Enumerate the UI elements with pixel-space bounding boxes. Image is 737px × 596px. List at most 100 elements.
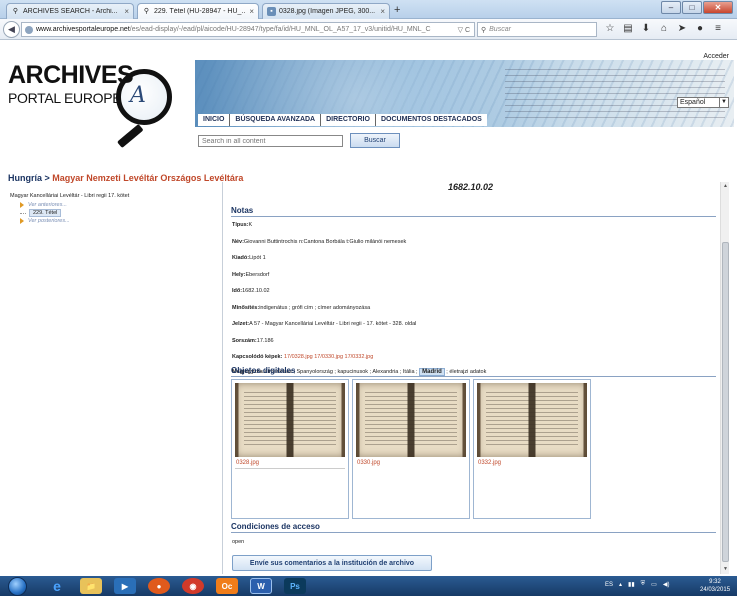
tab-record[interactable]: ⚲ 229. Tétel (HU-28947 - HU_... ×: [137, 3, 259, 19]
send-comments-button[interactable]: Envíe sus comentarios a la institución d…: [232, 555, 432, 571]
field-label: Kapcsolódó képek:: [232, 354, 283, 360]
send-icon[interactable]: ➤: [676, 22, 688, 36]
search-favicon-icon: ⚲: [143, 8, 150, 15]
tree-prev-link[interactable]: Ver anteriores...: [28, 202, 67, 208]
chrome-icon[interactable]: ◉: [182, 578, 204, 594]
field-label: Típus:: [232, 222, 249, 228]
field-value: K: [248, 222, 253, 228]
bookmarks-list-icon[interactable]: ▤: [622, 22, 634, 36]
minimize-icon[interactable]: –: [661, 1, 681, 14]
browser-search-placeholder: Buscar: [489, 26, 511, 33]
globe-icon: [25, 25, 33, 34]
menu-busqueda-avanzada[interactable]: BÚSQUEDA AVANZADA: [230, 114, 322, 126]
close-icon[interactable]: ×: [380, 7, 385, 16]
close-icon[interactable]: ×: [249, 7, 254, 16]
field-value: 1682.10.02: [242, 288, 270, 294]
site-header: A ARCHIVES PORTAL EUROPE Acceder Español…: [0, 41, 737, 165]
tab-archives-search[interactable]: ⚲ ARCHIVES SEARCH - Archi... ×: [6, 3, 134, 19]
media-player-icon[interactable]: ▶: [114, 578, 136, 594]
search-favicon-icon: ⚲: [12, 8, 19, 15]
reload-icon[interactable]: ▽ C: [458, 26, 474, 34]
record-panel: 1682.10.02 Notas Típus:K Név:Giovanni Bu…: [222, 182, 729, 574]
thumbnail-caption[interactable]: 0328.jpg: [236, 460, 259, 466]
book-scan-image[interactable]: [235, 383, 345, 457]
browser-search-field[interactable]: ⚲ Buscar: [477, 22, 597, 37]
thumbnail-0332[interactable]: 0332.jpg: [473, 379, 591, 519]
search-input[interactable]: [198, 135, 343, 147]
system-clock[interactable]: 9:32 24/03/2015: [700, 578, 730, 594]
search-button[interactable]: Buscar: [350, 133, 400, 148]
tab-image[interactable]: ▪ 0328.jpg (Imagen JPEG, 300... ×: [262, 3, 390, 19]
scrollbar-thumb[interactable]: [722, 242, 729, 562]
maximize-icon[interactable]: □: [682, 1, 702, 14]
back-icon[interactable]: ◀: [3, 21, 20, 38]
system-tray: ES ▴ ▮▮ ⛨ ▭ ◀): [605, 581, 669, 588]
word-icon[interactable]: W: [250, 578, 272, 594]
display-icon[interactable]: ▭: [651, 581, 657, 588]
window-close-icon[interactable]: ✕: [703, 1, 733, 14]
chat-icon[interactable]: ●: [694, 22, 706, 36]
shield-icon[interactable]: ⛨: [641, 581, 646, 588]
thumbnail-caption[interactable]: 0332.jpg: [478, 460, 501, 466]
field-value: Ebersdorf: [245, 272, 270, 278]
field-kapcsolodo-kepek: Kapcsolódó képek: 17/0328.jpg 17/0330.jp…: [232, 354, 373, 360]
field-minosites: Minősítés:indigenátus ; grófi cím ; címe…: [232, 305, 370, 311]
condiciones-acceso-heading: Condiciones de acceso: [231, 522, 716, 533]
image-link-0330[interactable]: 17/0330.jpg: [314, 354, 343, 360]
start-button-icon[interactable]: [8, 577, 27, 596]
menu-directorio[interactable]: DIRECTORIO: [321, 114, 376, 126]
menu-inicio[interactable]: INICIO: [198, 114, 231, 126]
input-language[interactable]: ES: [605, 582, 613, 588]
logo-text-archives: ARCHIVES: [8, 61, 134, 89]
panel-scrollbar[interactable]: ▲ ▼: [720, 182, 729, 574]
breadcrumb-country[interactable]: Hungría: [8, 173, 42, 183]
menu-documentos-destacados[interactable]: DOCUMENTOS DESTACADOS: [376, 114, 487, 126]
home-icon[interactable]: ⌂: [658, 22, 670, 36]
thumbnail-0330[interactable]: 0330.jpg: [352, 379, 470, 519]
book-scan-image[interactable]: [477, 383, 587, 457]
address-bar[interactable]: www.archivesportaleurope.net /es/ead-dis…: [21, 22, 475, 37]
field-label: Sorszám:: [232, 338, 257, 344]
field-nev: Név:Giovanni Buttintrochis n:Cantona Bor…: [232, 239, 406, 245]
tree-current-item[interactable]: 229. Tétel: [29, 209, 62, 217]
record-date-heading: 1682.10.02: [447, 182, 494, 192]
new-tab-button[interactable]: +: [394, 4, 400, 16]
field-label: Jelzet:: [232, 321, 250, 327]
field-kiado: Kiadó:Lipót 1: [232, 255, 266, 261]
image-link-0332[interactable]: 17/0332.jpg: [345, 354, 374, 360]
network-icon[interactable]: ▮▮: [628, 581, 635, 588]
volume-icon[interactable]: ◀): [663, 581, 670, 588]
file-explorer-icon[interactable]: 📁: [80, 578, 102, 594]
tab-title: 229. Tétel (HU-28947 - HU_...: [154, 8, 246, 15]
internet-explorer-icon[interactable]: e: [46, 578, 68, 594]
photoshop-icon[interactable]: Ps: [284, 578, 306, 594]
tree-next-link[interactable]: Ver posteriores...: [28, 218, 70, 224]
scroll-up-icon[interactable]: ▲: [721, 182, 729, 191]
tab-title: ARCHIVES SEARCH - Archi...: [23, 8, 118, 15]
office-icon[interactable]: Oc: [216, 578, 238, 594]
thumbnail-caption[interactable]: 0330.jpg: [357, 460, 380, 466]
scroll-down-icon[interactable]: ▼: [721, 565, 729, 574]
thumbnail-0328[interactable]: 0328.jpg: [231, 379, 349, 519]
language-select[interactable]: Español ▼: [677, 97, 729, 108]
bookmark-star-icon[interactable]: ☆: [604, 22, 616, 36]
field-value: A 57 - Magyar Kancelláriai Levéltár - Li…: [249, 321, 417, 327]
url-domain: www.archivesportaleurope.net: [36, 26, 130, 33]
image-link-0328[interactable]: 17/0328.jpg: [284, 354, 313, 360]
objetos-digitales-heading: Objetos digitales: [231, 366, 716, 377]
firefox-icon[interactable]: ●: [148, 578, 170, 594]
book-scan-image[interactable]: [356, 383, 466, 457]
menu-icon[interactable]: ≡: [712, 22, 724, 36]
close-icon[interactable]: ×: [124, 7, 129, 16]
tree-root-item[interactable]: Magyar Kancelláriai Levéltár - Libri reg…: [10, 193, 220, 199]
logo-text-portal-europe: PORTAL EUROPE: [8, 90, 122, 106]
breadcrumb-institution[interactable]: Magyar Nemzeti Levéltár Országos Levéltá…: [52, 173, 243, 183]
tree-connector: [20, 212, 26, 214]
archives-portal-europe-logo[interactable]: A ARCHIVES PORTAL EUROPE: [8, 61, 188, 151]
download-icon[interactable]: ⬇: [640, 22, 652, 36]
url-path: /es/ead-display/-/ead/pl/aicode/HU-28947…: [129, 26, 431, 33]
tray-arrow-icon[interactable]: ▴: [619, 581, 622, 588]
field-label: Idő:: [232, 288, 243, 294]
field-hely: Hely:Ebersdorf: [232, 272, 269, 278]
login-link[interactable]: Acceder: [703, 53, 729, 60]
